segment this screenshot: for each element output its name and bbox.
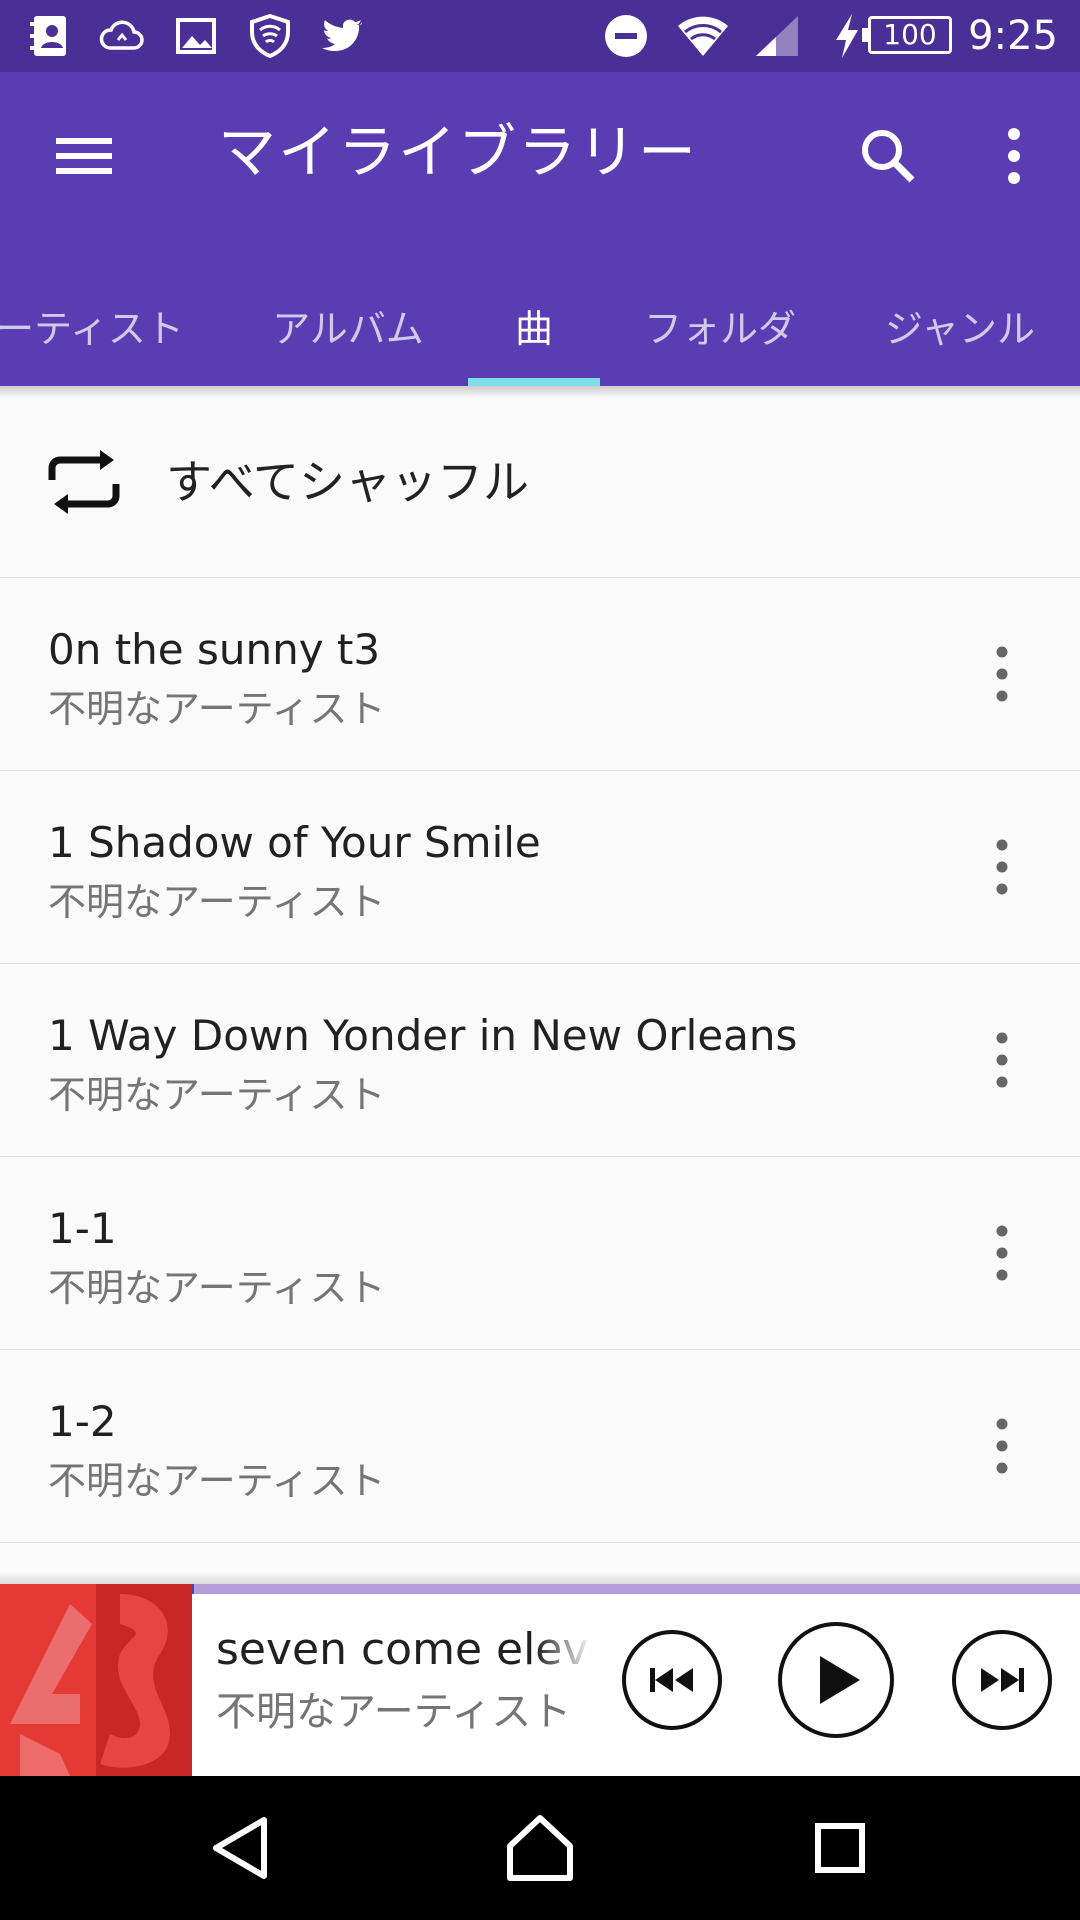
list-item[interactable]: 1-2 不明なアーティスト [0,1350,1080,1543]
search-icon[interactable] [840,108,936,204]
do-not-disturb-icon [605,15,647,57]
song-artist: 不明なアーティスト [48,1266,386,1310]
tab-bar: ーティスト アルバム 曲 フォルダ ジャンル [0,272,1080,386]
song-artist: 不明なアーティスト [48,687,386,731]
album-art-image [0,1584,192,1776]
list-item[interactable]: 1-1 不明なアーティスト [0,1157,1080,1350]
song-title: 1-2 [48,1397,117,1446]
song-more-icon[interactable] [970,626,1034,722]
recents-icon[interactable] [790,1798,890,1898]
shuffle-label: すべてシャッフル [166,455,529,509]
clock: 9:25 [968,13,1058,59]
song-more-icon[interactable] [970,1012,1034,1108]
player-shadow [0,1572,1080,1584]
tab-songs[interactable]: 曲 [468,272,600,386]
tab-genre[interactable]: ジャンル [860,272,1060,386]
song-artist: 不明なアーティスト [48,1073,386,1117]
play-icon[interactable] [776,1620,896,1740]
album-art[interactable] [0,1584,192,1776]
page-title: マイライブラリー [218,118,699,186]
shuffle-icon [48,450,120,514]
now-playing-artist: 不明なアーティスト [216,1689,572,1735]
battery-icon: 100 [862,16,952,54]
song-title: 0n the sunny t3 [48,625,381,674]
song-artist: 不明なアーティスト [48,1459,386,1503]
tab-folder[interactable]: フォルダ [628,272,812,386]
list-item[interactable]: 1 Shadow of Your Smile 不明なアーティスト [0,771,1080,964]
app-bar: マイライブラリー ーティスト アルバム 曲 フォルダ ジャンル [0,72,1080,386]
shield-icon [250,13,290,59]
mini-player[interactable]: seven come eleven 不明なアーティスト [0,1584,1080,1776]
wifi-icon [678,16,728,56]
list-item[interactable]: 0n the sunny t3 不明なアーティスト [0,578,1080,771]
navigation-bar [0,1776,1080,1920]
tab-album[interactable]: アルバム [256,272,440,386]
back-icon[interactable] [192,1798,292,1898]
now-playing-title: seven come eleven [216,1624,592,1675]
charging-icon [836,14,858,58]
song-more-icon[interactable] [970,1205,1034,1301]
song-title: 1 Shadow of Your Smile [48,818,541,867]
menu-icon[interactable] [36,108,132,204]
twitter-icon [322,19,362,51]
contacts-icon [30,16,66,56]
song-title: 1 Way Down Yonder in New Orleans [48,1011,798,1060]
song-more-icon[interactable] [970,1398,1034,1494]
list-item[interactable]: 1 Way Down Yonder in New Orleans 不明なアーティ… [0,964,1080,1157]
song-artist: 不明なアーティスト [48,880,386,924]
shuffle-all-button[interactable]: すべてシャッフル [0,386,1080,578]
tab-indicator [468,378,600,386]
next-icon[interactable] [950,1628,1054,1732]
status-bar: 100 9:25 [0,0,1080,72]
home-icon[interactable] [490,1798,590,1898]
song-more-icon[interactable] [970,819,1034,915]
song-list: 0n the sunny t3 不明なアーティスト 1 Shadow of Yo… [0,578,1080,1543]
signal-icon [756,16,798,56]
cloud-sync-icon [99,20,144,50]
song-title: 1-1 [48,1204,117,1253]
tab-artist[interactable]: ーティスト [0,272,190,386]
image-icon [176,18,216,54]
more-options-icon[interactable] [966,108,1062,204]
previous-icon[interactable] [620,1628,724,1732]
